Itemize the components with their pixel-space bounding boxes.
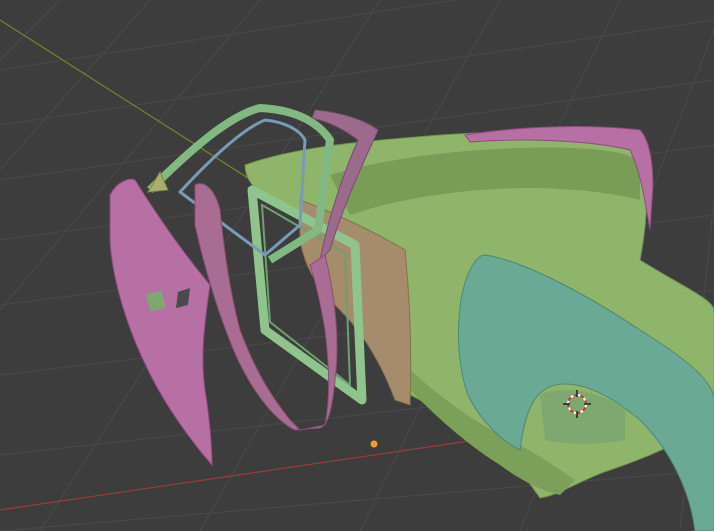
grid-line	[0, 0, 151, 171]
grid-line	[0, 0, 61, 61]
3d-viewport[interactable]	[0, 0, 714, 531]
grid-line	[0, 469, 714, 531]
object-origin-dot[interactable]	[370, 440, 378, 448]
viewport-scene[interactable]	[0, 0, 714, 531]
